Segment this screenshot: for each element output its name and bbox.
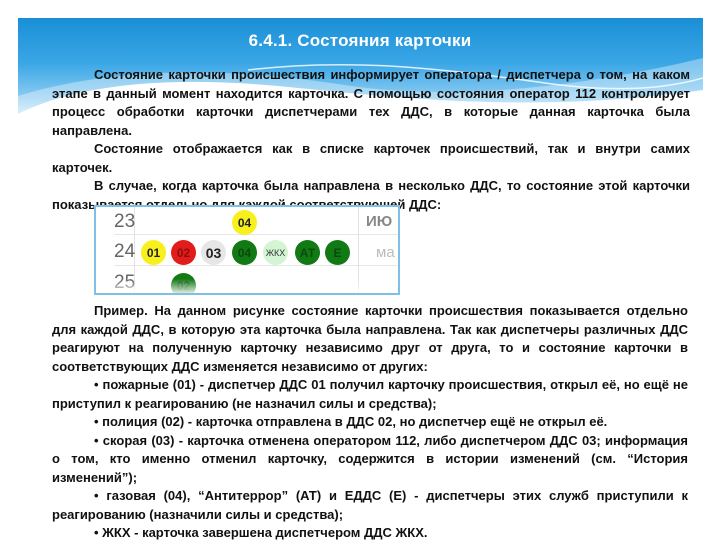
intro-text: Состояние карточки происшествия информир… <box>52 66 690 214</box>
row-number: 24 <box>114 241 136 262</box>
intro-paragraph: Состояние отображается как в списке карт… <box>52 141 690 175</box>
example-text: Пример. На данном рисунке состояние карт… <box>52 302 688 543</box>
status-strip-screenshot: 23 24 25 ИЮ ма 04 01 02 03 04 ЖКХ АТ Е 0… <box>94 205 400 295</box>
bullet-item: • газовая (04), “Антитеррор” (АТ) и ЕДДС… <box>52 488 688 522</box>
slide-title: 6.4.1. Состояния карточки <box>248 31 472 50</box>
bottom-fade <box>96 279 398 293</box>
bullet-item: • пожарные (01) - диспетчер ДДС 01 получ… <box>52 377 688 411</box>
example-paragraph: Пример. На данном рисунке состояние карт… <box>52 303 688 374</box>
status-badge: 03 <box>201 240 226 265</box>
row-number: 23 <box>114 211 136 232</box>
status-badge: Е <box>325 240 350 265</box>
status-badge: 04 <box>232 240 257 265</box>
status-badge: 01 <box>141 240 166 265</box>
bullet-item: • полиция (02) - карточка отправлена в Д… <box>94 414 608 429</box>
status-badge: АТ <box>295 240 320 265</box>
status-badge: 02 <box>171 240 196 265</box>
month-label: ма <box>376 244 395 261</box>
grid-line <box>114 265 398 266</box>
grid-line <box>114 234 398 235</box>
status-badge: 04 <box>232 210 257 235</box>
bullet-item: • скорая (03) - карточка отменена операт… <box>52 432 688 485</box>
status-badge: ЖКХ <box>263 240 288 265</box>
intro-paragraph: Состояние карточки происшествия информир… <box>52 67 690 138</box>
month-label: ИЮ <box>366 213 393 230</box>
